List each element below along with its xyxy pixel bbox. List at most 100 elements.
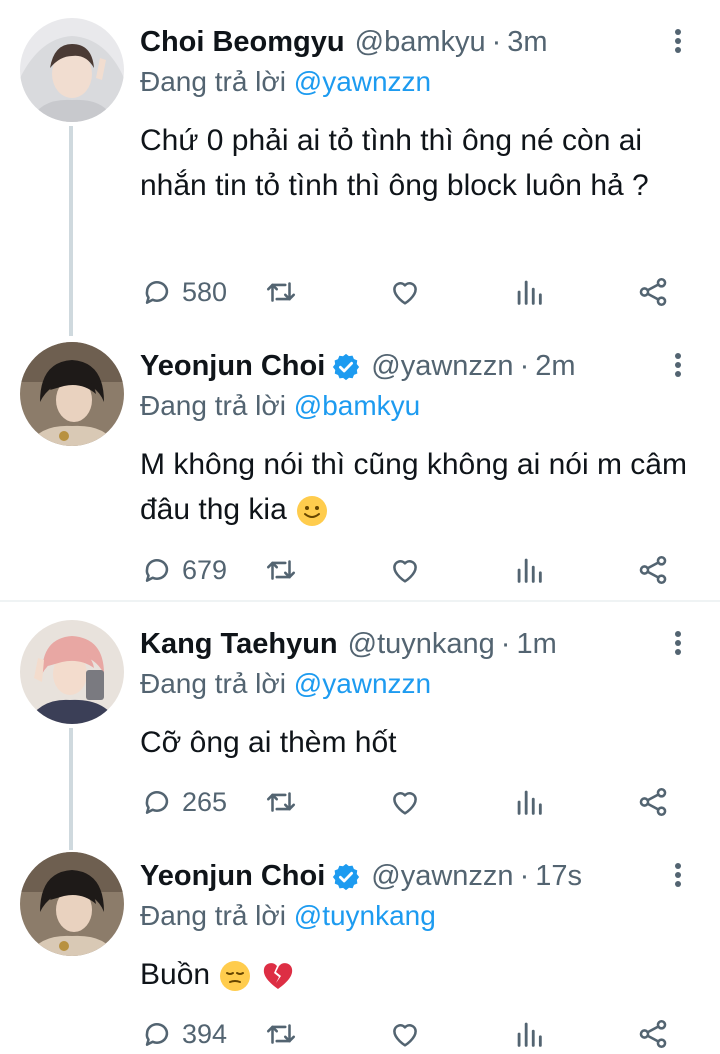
analytics-icon (517, 558, 542, 583)
like-button[interactable] (388, 1014, 422, 1054)
share-icon (639, 277, 667, 307)
reply-icon (145, 1022, 169, 1046)
thread-separator (0, 600, 720, 602)
reply-button[interactable]: 580 (140, 272, 227, 312)
user-handle[interactable]: @yawnzzn (371, 350, 513, 383)
tweet-header: Choi Beomgyu @bamkyu · 3m (140, 26, 548, 59)
replying-prefix: Đang trả lời (140, 390, 286, 421)
analytics-button[interactable] (512, 550, 546, 590)
tweet-text-container: M không nói thì cũng không ai nói m câm … (140, 442, 700, 532)
heart-icon (393, 792, 417, 815)
separator-dot: · (500, 628, 511, 660)
heart-icon (393, 1024, 417, 1047)
tweet-actions: 394 (140, 1014, 700, 1054)
retweet-button[interactable] (264, 272, 298, 312)
display-name[interactable]: Yeonjun Choi (140, 350, 325, 383)
retweet-icon (266, 282, 296, 302)
replying-to: Đang trả lời @tuynkang (140, 900, 436, 932)
like-button[interactable] (388, 550, 422, 590)
reply-count: 580 (182, 276, 228, 307)
verified-badge-icon (331, 862, 361, 892)
display-name[interactable]: Kang Taehyun (140, 628, 338, 661)
share-button[interactable] (636, 782, 670, 822)
pensive-face-icon (220, 961, 251, 992)
reply-icon (145, 558, 169, 582)
reply-count: 394 (182, 1018, 228, 1049)
user-handle[interactable]: @tuynkang (348, 628, 495, 661)
replying-prefix: Đang trả lời (140, 668, 286, 699)
more-options-icon[interactable] (668, 26, 688, 56)
reply-button[interactable]: 394 (140, 1014, 227, 1054)
more-options-icon[interactable] (668, 860, 688, 890)
tweet-actions: 679 (140, 550, 700, 590)
more-options-icon[interactable] (668, 628, 688, 658)
tweet-text: M không nói thì cũng không ai nói m câm … (140, 448, 687, 526)
share-button[interactable] (636, 550, 670, 590)
like-button[interactable] (388, 782, 422, 822)
replying-to: Đang trả lời @bamkyu (140, 390, 420, 422)
broken-heart-icon (263, 963, 292, 990)
user-handle[interactable]: @yawnzzn (371, 860, 513, 893)
slightly-smiling-face-icon (297, 496, 328, 527)
tweet-text: Buồn (140, 958, 211, 991)
timestamp[interactable]: 1m (516, 628, 556, 661)
display-name[interactable]: Yeonjun Choi (140, 860, 325, 893)
reply-button[interactable]: 679 (140, 550, 227, 590)
retweet-icon (266, 560, 296, 580)
analytics-icon (517, 1022, 542, 1047)
reply-button[interactable]: 265 (140, 782, 227, 822)
separator-dot: · (491, 26, 502, 58)
share-button[interactable] (636, 272, 670, 312)
retweet-button[interactable] (264, 782, 298, 822)
analytics-button[interactable] (512, 1014, 546, 1054)
share-button[interactable] (636, 1014, 670, 1054)
analytics-icon (517, 280, 542, 305)
analytics-button[interactable] (512, 782, 546, 822)
timestamp[interactable]: 3m (507, 26, 547, 59)
replying-prefix: Đang trả lời (140, 66, 286, 97)
avatar-yeonjun-choi[interactable] (20, 852, 124, 956)
replying-mention[interactable]: @yawnzzn (294, 668, 431, 699)
separator-dot: · (519, 860, 530, 892)
retweet-icon (266, 1024, 296, 1044)
heart-icon (393, 560, 417, 583)
replying-mention[interactable]: @yawnzzn (294, 66, 431, 97)
share-icon (639, 787, 667, 817)
tweet-actions: 580 (140, 272, 700, 312)
reply-icon (145, 280, 169, 304)
share-icon (639, 555, 667, 585)
replying-to: Đang trả lời @yawnzzn (140, 66, 431, 98)
heart-icon (393, 282, 417, 305)
display-name[interactable]: Choi Beomgyu (140, 26, 345, 59)
tweet-text-container: Buồn (140, 952, 700, 997)
like-button[interactable] (388, 272, 422, 312)
avatar-choi-beomgyu[interactable] (20, 18, 124, 122)
thread-line (69, 126, 73, 336)
timestamp[interactable]: 17s (535, 860, 582, 893)
separator-dot: · (519, 350, 530, 382)
avatar-yeonjun-choi[interactable] (20, 342, 124, 446)
tweet-header: Yeonjun Choi @yawnzzn · 2m (140, 350, 576, 383)
replying-mention[interactable]: @tuynkang (294, 900, 436, 931)
tweet-header: Kang Taehyun @tuynkang · 1m (140, 628, 557, 661)
tweet-text: Chứ 0 phải ai tỏ tình thì ông né còn ai … (140, 124, 649, 202)
share-icon (639, 1019, 667, 1049)
analytics-icon (517, 790, 542, 815)
verified-badge-icon (331, 352, 361, 382)
tweet-header: Yeonjun Choi @yawnzzn · 17s (140, 860, 582, 893)
avatar-kang-taehyun[interactable] (20, 620, 124, 724)
more-options-icon[interactable] (668, 350, 688, 380)
tweet-actions: 265 (140, 782, 700, 822)
tweet-text: Cỡ ông ai thèm hốt (140, 726, 397, 759)
replying-to: Đang trả lời @yawnzzn (140, 668, 431, 700)
replying-prefix: Đang trả lời (140, 900, 286, 931)
user-handle[interactable]: @bamkyu (355, 26, 486, 59)
retweet-button[interactable] (264, 550, 298, 590)
replying-mention[interactable]: @bamkyu (294, 390, 420, 421)
reply-icon (145, 790, 169, 814)
timestamp[interactable]: 2m (535, 350, 575, 383)
reply-count: 679 (182, 554, 228, 585)
analytics-button[interactable] (512, 272, 546, 312)
thread-line (69, 728, 73, 850)
retweet-button[interactable] (264, 1014, 298, 1054)
